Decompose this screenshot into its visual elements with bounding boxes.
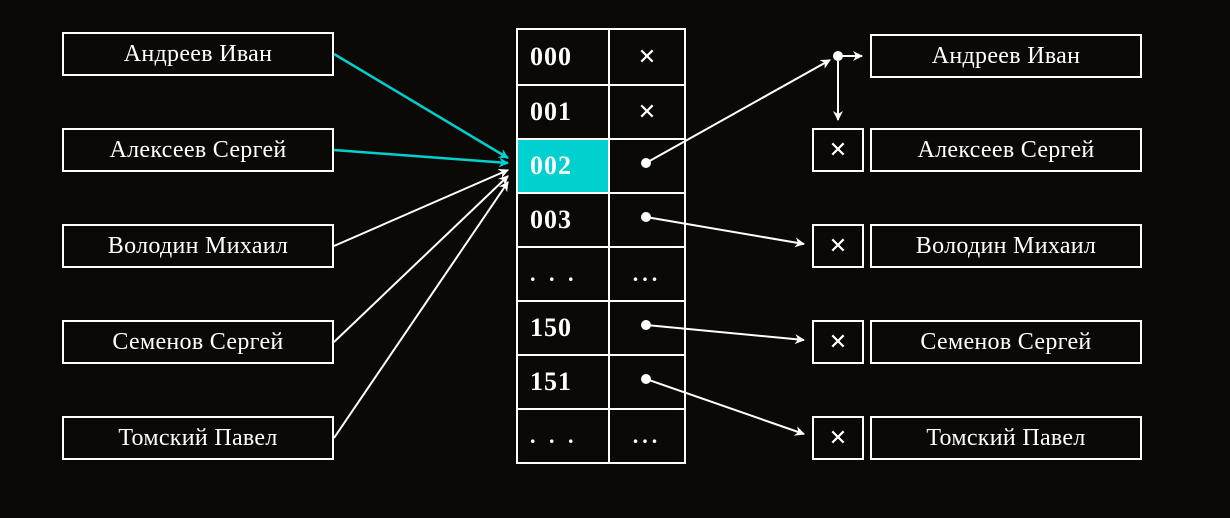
left-name-box: Томский Павел bbox=[62, 416, 334, 460]
left-name-box: Семенов Сергей bbox=[62, 320, 334, 364]
right-name-box: Володин Михаил bbox=[870, 224, 1142, 268]
hash-row-highlighted: 002 bbox=[518, 138, 684, 192]
hash-row: 150 bbox=[518, 300, 684, 354]
x-icon bbox=[829, 233, 847, 260]
hash-diagram-stage: Андреев Иван Алексеев Сергей Володин Мих… bbox=[0, 0, 1230, 518]
x-icon bbox=[829, 425, 847, 452]
left-name-box: Андреев Иван bbox=[62, 32, 334, 76]
left-name-box: Володин Михаил bbox=[62, 224, 334, 268]
x-icon bbox=[638, 99, 656, 125]
hash-key-ellipsis: . . . bbox=[518, 248, 608, 300]
right-name-box: Томский Павел bbox=[870, 416, 1142, 460]
hash-key: 002 bbox=[518, 140, 608, 192]
left-name-label: Володин Михаил bbox=[108, 233, 288, 260]
hash-key: 003 bbox=[518, 194, 608, 246]
right-name-box: Семенов Сергей bbox=[870, 320, 1142, 364]
arrow-left-to-002 bbox=[334, 54, 508, 158]
hash-value-ellipsis: ... bbox=[608, 248, 684, 300]
hash-key: 001 bbox=[518, 86, 608, 138]
hash-key-ellipsis: . . . bbox=[518, 410, 608, 462]
left-name-label: Алексеев Сергей bbox=[109, 137, 286, 164]
hash-value-pointer bbox=[608, 194, 684, 246]
hash-row: 000 bbox=[518, 30, 684, 84]
hash-key: 000 bbox=[518, 30, 608, 84]
hash-row-ellipsis: . . . ... bbox=[518, 408, 684, 462]
right-cross-cell bbox=[812, 224, 864, 268]
arrow-left-to-002 bbox=[334, 182, 508, 438]
hash-value-pointer bbox=[608, 356, 684, 408]
right-name-box: Алексеев Сергей bbox=[870, 128, 1142, 172]
hash-value-pointer bbox=[608, 140, 684, 192]
left-name-label: Андреев Иван bbox=[124, 41, 272, 68]
right-cross-cell bbox=[812, 320, 864, 364]
hash-row: 001 bbox=[518, 84, 684, 138]
hash-key: 151 bbox=[518, 356, 608, 408]
pointer-dot-icon bbox=[833, 51, 843, 61]
arrow-left-to-002 bbox=[334, 170, 508, 246]
right-name-label: Володин Михаил bbox=[916, 233, 1096, 260]
hash-value-pointer bbox=[608, 302, 684, 354]
hash-value-empty bbox=[608, 30, 684, 84]
right-cross-cell bbox=[812, 128, 864, 172]
hash-table: 000 001 002 003 . . . ... 150 151 bbox=[516, 28, 686, 464]
left-name-box: Алексеев Сергей bbox=[62, 128, 334, 172]
left-name-label: Томский Павел bbox=[118, 425, 277, 452]
hash-row: 003 bbox=[518, 192, 684, 246]
x-icon bbox=[638, 44, 656, 70]
right-cross-cell bbox=[812, 416, 864, 460]
hash-key: 150 bbox=[518, 302, 608, 354]
x-icon bbox=[829, 329, 847, 356]
hash-row-ellipsis: . . . ... bbox=[518, 246, 684, 300]
right-name-label: Томский Павел bbox=[926, 425, 1085, 452]
hash-row: 151 bbox=[518, 354, 684, 408]
right-name-box: Андреев Иван bbox=[870, 34, 1142, 78]
right-name-label: Семенов Сергей bbox=[920, 329, 1091, 356]
arrow-left-to-002 bbox=[334, 150, 508, 163]
arrow-left-to-002 bbox=[334, 176, 508, 342]
right-name-label: Алексеев Сергей bbox=[917, 137, 1094, 164]
x-icon bbox=[829, 137, 847, 164]
hash-value-ellipsis: ... bbox=[608, 410, 684, 462]
left-name-label: Семенов Сергей bbox=[112, 329, 283, 356]
right-name-label: Андреев Иван bbox=[932, 43, 1080, 70]
hash-value-empty bbox=[608, 86, 684, 138]
